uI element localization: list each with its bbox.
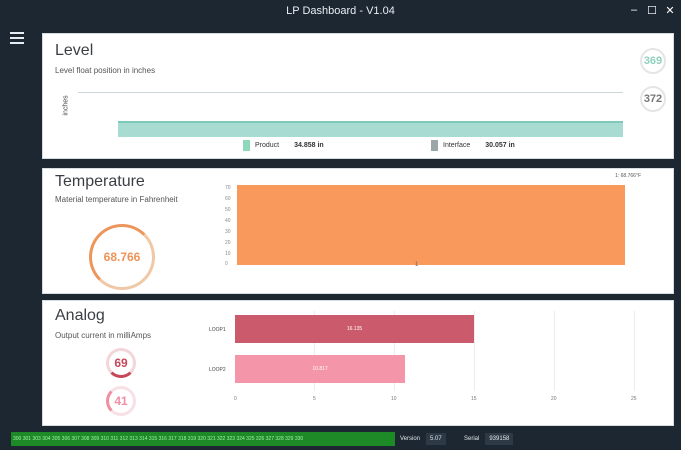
- serial-value: 939158: [485, 433, 514, 445]
- close-button[interactable]: ✕: [665, 4, 675, 17]
- level-title: Level: [55, 42, 94, 59]
- window-title: LP Dashboard - V1.04: [286, 5, 395, 17]
- level-axis-label: inches: [62, 95, 70, 116]
- legend-product-label: Product: [255, 142, 280, 149]
- level-chart: inches: [63, 92, 623, 137]
- temperature-chart: 70 60 50 40 30 20 10 0: [225, 185, 625, 267]
- temperature-panel: Temperature Material temperature in Fahr…: [42, 168, 674, 294]
- x-tick: 25: [631, 396, 637, 402]
- loop1-bar: 16.135: [235, 315, 475, 343]
- level-subtitle: Level float position in inches: [55, 66, 156, 75]
- temperature-subtitle: Material temperature in Fahrenheit: [55, 195, 178, 204]
- minimize-button[interactable]: –: [629, 4, 639, 17]
- level-gauge-interface: 372: [640, 86, 666, 112]
- interface-swatch: [431, 140, 438, 151]
- legend-interface-label: Interface: [443, 142, 471, 149]
- legend-product: Product 34.858 in: [243, 140, 324, 151]
- loop2-label: LOOP2: [209, 367, 226, 373]
- y-tick: 50: [225, 207, 231, 213]
- y-tick: 60: [225, 196, 231, 202]
- status-bar: 300 301 303 304 305 306 307 308 309 310 …: [0, 430, 681, 450]
- maximize-button[interactable]: ☐: [647, 4, 657, 17]
- y-tick: 70: [225, 185, 231, 191]
- temperature-x-label: 1: [415, 262, 419, 268]
- version-info: Version 5.07: [400, 433, 446, 445]
- loop1-gauge: 69: [106, 348, 136, 378]
- y-tick: 40: [225, 218, 231, 224]
- analog-panel: Analog Output current in milliAmps 69 41…: [42, 300, 674, 426]
- analog-title: Analog: [55, 307, 105, 324]
- serial-label: Serial: [464, 436, 480, 442]
- y-tick: 0: [225, 261, 228, 267]
- version-label: Version: [400, 436, 421, 442]
- level-gauge-product: 369: [640, 48, 666, 74]
- register-indicators: 300 301 303 304 305 306 307 308 309 310 …: [11, 432, 395, 446]
- temperature-legend: 1: 68.766°F: [615, 173, 641, 179]
- title-bar: LP Dashboard - V1.04 – ☐ ✕: [0, 0, 681, 22]
- loop2-gauge: 41: [106, 386, 136, 416]
- loop2-bar: 10.817: [235, 355, 406, 383]
- y-tick: 30: [225, 229, 231, 235]
- legend-interface-value: 30.057 in: [485, 142, 515, 149]
- legend-product-value: 34.858 in: [294, 142, 324, 149]
- serial-info: Serial 939158: [464, 433, 514, 445]
- hamburger-menu-icon[interactable]: [10, 32, 24, 44]
- legend-interface: Interface 30.057 in: [431, 140, 515, 151]
- y-tick: 20: [225, 240, 231, 246]
- x-tick: 10: [391, 396, 397, 402]
- product-area: [118, 121, 623, 137]
- x-tick: 5: [313, 396, 316, 402]
- level-panel: Level Level float position in inches inc…: [42, 33, 674, 159]
- product-swatch: [243, 140, 250, 151]
- x-tick: 20: [551, 396, 557, 402]
- interface-line: [78, 92, 623, 93]
- x-tick: 0: [234, 396, 237, 402]
- temperature-title: Temperature: [55, 173, 145, 190]
- temperature-bar: [237, 185, 625, 265]
- temperature-gauge: 68.766: [89, 224, 155, 290]
- x-tick: 15: [471, 396, 477, 402]
- analog-subtitle: Output current in milliAmps: [55, 331, 152, 340]
- y-tick: 10: [225, 251, 231, 257]
- loop1-label: LOOP1: [209, 327, 226, 333]
- version-value: 5.07: [426, 433, 446, 445]
